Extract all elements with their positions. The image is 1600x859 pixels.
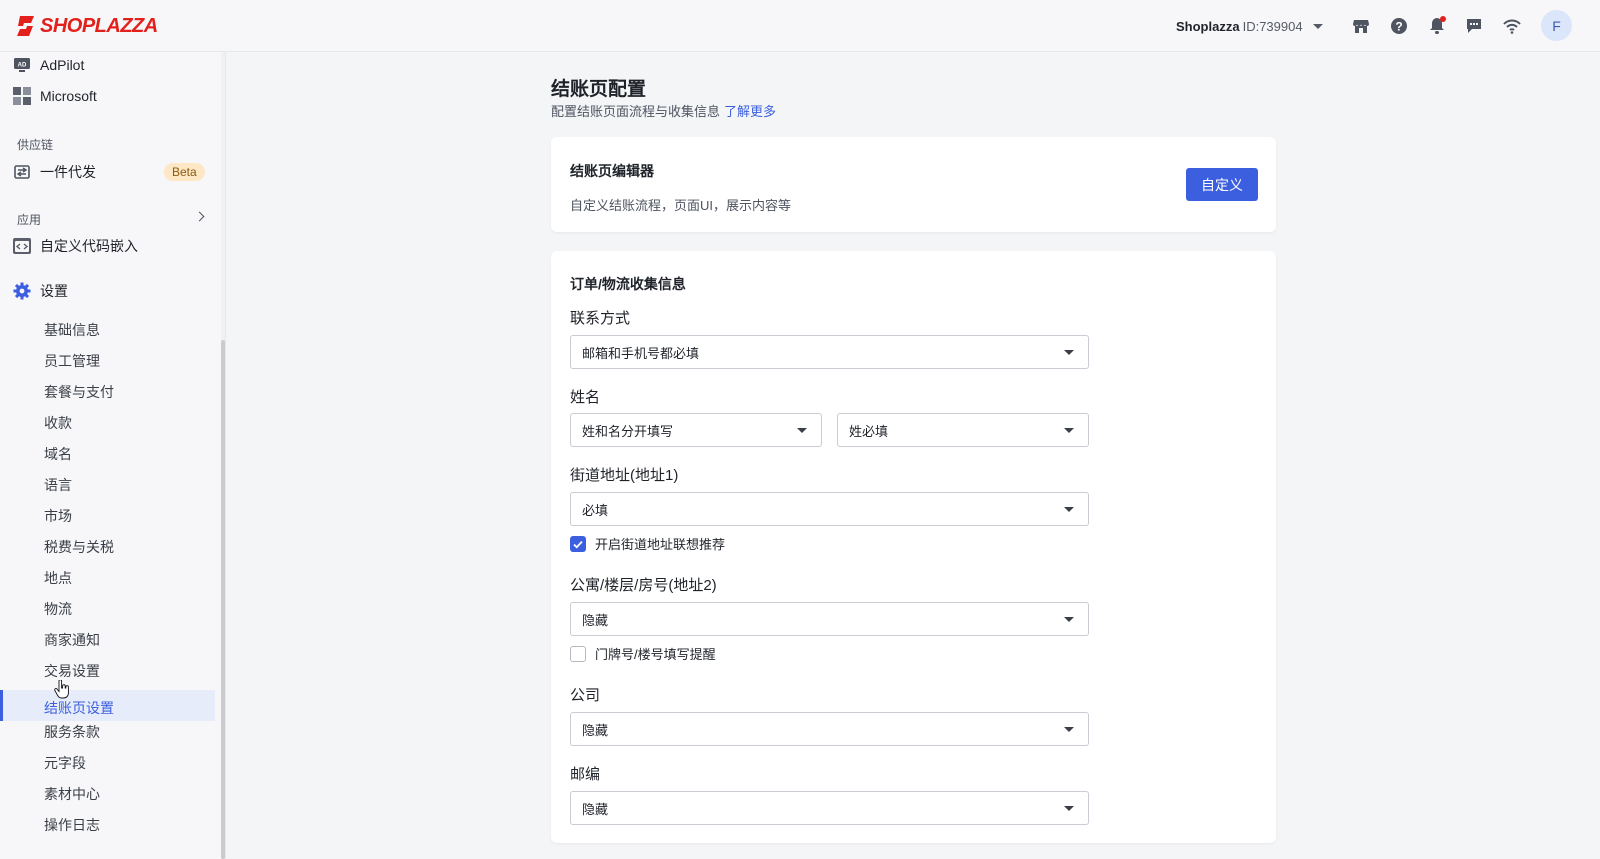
house-number-label: 门牌号/楼号填写提醒: [595, 647, 716, 662]
sidebar-item-label: Microsoft: [40, 88, 97, 104]
active-item-indicator: [0, 690, 3, 721]
company-select[interactable]: 隐藏: [570, 712, 1089, 746]
shoplazza-logo[interactable]: SHOPLAZZA: [16, 12, 158, 40]
section-supply-chain: 供应链: [17, 138, 54, 152]
house-number-checkbox[interactable]: [570, 645, 586, 662]
page-subtitle: 配置结账页面流程与收集信息 了解更多: [551, 101, 776, 120]
contact-select-value: 邮箱和手机号都必填: [582, 345, 700, 361]
chevron-down-icon: [1064, 507, 1074, 512]
sidebar-item-label: AdPilot: [40, 57, 85, 73]
sidebar-item-microsoft[interactable]: Microsoft: [12, 86, 97, 106]
store-id: ID:739904: [1242, 18, 1303, 34]
sidebar-item-terms[interactable]: 服务条款: [44, 722, 100, 742]
sidebar-item-checkout[interactable]: 结账页设置: [44, 698, 114, 718]
sidebar-item-staff[interactable]: 员工管理: [44, 351, 100, 371]
checkout-editor-title: 结账页编辑器: [570, 163, 654, 179]
sidebar-item-transaction[interactable]: 交易设置: [44, 661, 100, 681]
help-icon[interactable]: ?: [1389, 16, 1409, 36]
sidebar-scrollbar-thumb[interactable]: [221, 340, 225, 859]
beta-badge: Beta: [164, 163, 205, 181]
contact-label: 联系方式: [570, 310, 631, 327]
chevron-down-icon: [1064, 727, 1074, 732]
contact-select[interactable]: 邮箱和手机号都必填: [570, 335, 1089, 369]
section-apps: 应用: [17, 213, 42, 227]
chat-icon[interactable]: [1464, 16, 1484, 36]
chevron-down-icon: [1312, 23, 1323, 29]
address2-select[interactable]: 隐藏: [570, 602, 1089, 636]
chevron-down-icon: [1064, 806, 1074, 811]
address-suggest-checkbox-row[interactable]: 开启街道地址联想推荐: [570, 534, 725, 553]
chevron-down-icon: [797, 428, 807, 433]
sidebar-item-locations[interactable]: 地点: [44, 568, 72, 588]
zip-label: 邮编: [570, 766, 601, 783]
name-format-value: 姓和名分开填写: [582, 423, 674, 439]
chevron-down-icon: [1064, 428, 1074, 433]
bell-icon[interactable]: [1427, 16, 1447, 36]
sidebar-item-metafields[interactable]: 元字段: [44, 753, 86, 773]
house-number-checkbox-row[interactable]: 门牌号/楼号填写提醒: [570, 644, 716, 663]
sidebar-item-languages[interactable]: 语言: [44, 475, 72, 495]
sidebar-item-label: 一件代发: [40, 164, 96, 180]
sidebar-item-notifications[interactable]: 商家通知: [44, 630, 100, 650]
svg-text:AD: AD: [18, 63, 27, 69]
code-embed-icon: [12, 236, 32, 256]
checkmark-icon: [573, 540, 583, 548]
zip-select[interactable]: 隐藏: [570, 791, 1089, 825]
zip-select-value: 隐藏: [582, 801, 609, 817]
page-title: 结账页配置: [551, 79, 647, 100]
brand-name: SHOPLAZZA: [40, 14, 158, 37]
sidebar-item-adpilot[interactable]: AD AdPilot: [12, 55, 84, 75]
company-select-value: 隐藏: [582, 722, 609, 738]
wifi-icon[interactable]: [1502, 16, 1522, 36]
store-switcher[interactable]: Shoplazza ID:739904: [1176, 17, 1323, 35]
sidebar-item-taxes[interactable]: 税费与关税: [44, 537, 114, 557]
sidebar-item-dropship[interactable]: 一件代发: [12, 162, 96, 182]
store-name: Shoplazza: [1176, 18, 1240, 34]
sidebar-item-shipping[interactable]: 物流: [44, 599, 72, 619]
shoplazza-logo-icon: [17, 16, 34, 36]
dropship-icon: [12, 162, 32, 182]
hand-cursor-icon: [54, 680, 69, 699]
page-subtitle-text: 配置结账页面流程与收集信息: [551, 104, 721, 119]
address2-select-value: 隐藏: [582, 612, 609, 628]
checkout-editor-card: [551, 137, 1276, 232]
name-required-select[interactable]: 姓必填: [837, 413, 1089, 447]
sidebar-item-basic-info[interactable]: 基础信息: [44, 320, 100, 340]
store-icon[interactable]: [1351, 16, 1371, 36]
learn-more-link[interactable]: 了解更多: [724, 104, 776, 119]
address1-label: 街道地址(地址1): [570, 467, 679, 484]
sidebar-item-label: 自定义代码嵌入: [40, 238, 138, 254]
sidebar-item-payments[interactable]: 收款: [44, 413, 72, 433]
sidebar-item-settings[interactable]: 设置: [12, 281, 68, 301]
address-suggest-checkbox[interactable]: [570, 535, 586, 552]
company-label: 公司: [570, 687, 601, 704]
avatar[interactable]: F: [1541, 10, 1572, 41]
gear-icon: [12, 281, 32, 301]
address1-select[interactable]: 必填: [570, 492, 1089, 526]
ad-icon: AD: [12, 55, 32, 75]
chevron-down-icon: [1064, 617, 1074, 622]
sidebar-item-logs[interactable]: 操作日志: [44, 815, 100, 835]
address-suggest-label: 开启街道地址联想推荐: [595, 537, 726, 552]
sidebar-item-markets[interactable]: 市场: [44, 506, 72, 526]
customize-button[interactable]: 自定义: [1186, 168, 1258, 201]
sidebar-item-plan-billing[interactable]: 套餐与支付: [44, 382, 114, 402]
checkout-editor-desc: 自定义结账流程，页面UI，展示内容等: [570, 198, 792, 213]
top-bar: SHOPLAZZA Shoplazza ID:739904 ? F: [0, 0, 1600, 52]
sidebar-item-label: 设置: [40, 283, 68, 299]
sidebar-item-domains[interactable]: 域名: [44, 444, 72, 464]
address1-select-value: 必填: [582, 502, 609, 518]
chevron-down-icon: [1064, 350, 1074, 355]
sidebar-item-assets[interactable]: 素材中心: [44, 784, 100, 804]
microsoft-icon: [12, 86, 32, 106]
svg-text:?: ?: [1395, 20, 1402, 34]
sidebar-item-custom-code[interactable]: 自定义代码嵌入: [12, 236, 138, 256]
name-label: 姓名: [570, 389, 601, 406]
name-format-select[interactable]: 姓和名分开填写: [570, 413, 822, 447]
collect-info-title: 订单/物流收集信息: [570, 276, 686, 292]
address2-label: 公寓/楼层/房号(地址2): [570, 577, 717, 594]
name-required-value: 姓必填: [849, 423, 889, 439]
